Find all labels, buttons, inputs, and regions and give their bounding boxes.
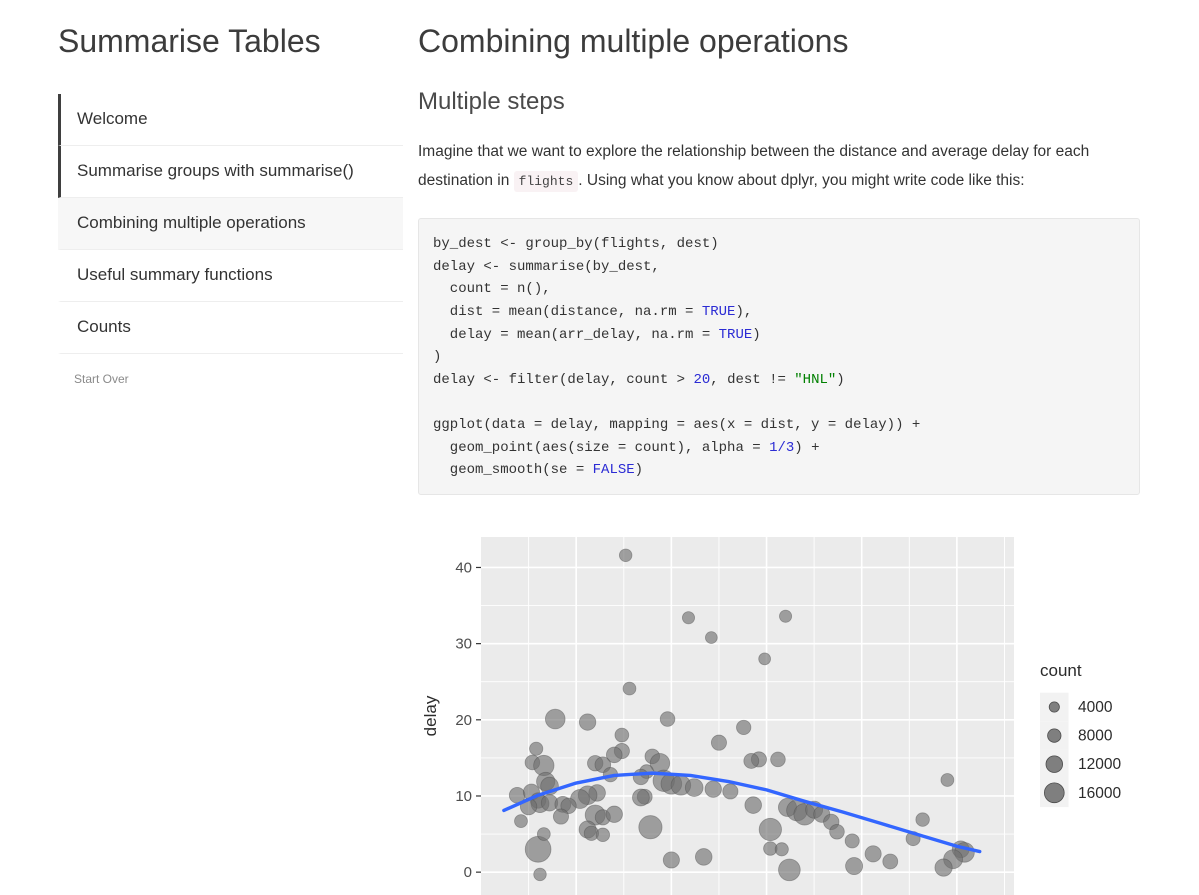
main-content: Combining multiple operations Multiple s… (418, 22, 1158, 495)
chart-svg: 0 10 20 30 40 delay count 4000 8000 12000 16000 (421, 537, 1121, 895)
data-point (844, 833, 860, 849)
data-point (595, 827, 610, 842)
legend-label: 4000 (1078, 699, 1113, 716)
data-point (524, 836, 552, 863)
data-point (704, 780, 722, 798)
y-axis-title: delay (421, 695, 440, 736)
y-axis: 0 10 20 30 40 (455, 559, 481, 881)
data-point (622, 681, 637, 696)
section-title: Multiple steps (418, 88, 565, 116)
data-point (632, 768, 650, 786)
scatter-plot-figure: 0 10 20 30 40 delay count 4000 8000 12000 16000 (418, 534, 1178, 895)
code-block-content: by_dest <- group_by(flights, dest) delay… (433, 236, 921, 479)
sidebar-item-combining-multiple-operations[interactable]: Combining multiple operations (58, 198, 403, 251)
data-point (694, 848, 713, 866)
data-point (614, 727, 630, 743)
data-point (529, 741, 544, 756)
data-point (934, 858, 953, 877)
code-block: by_dest <- group_by(flights, dest) delay… (418, 218, 1140, 495)
sidebar-item-label: Welcome (77, 109, 148, 129)
sidebar: Summarise Tables Welcome Summarise group… (58, 22, 403, 386)
data-point (659, 711, 676, 727)
legend-key-point[interactable] (1045, 755, 1064, 773)
legend-label: 8000 (1078, 728, 1113, 745)
data-point (940, 773, 955, 787)
chart-legend: count 4000 8000 12000 16000 (1040, 661, 1121, 808)
data-point (758, 652, 771, 666)
legend-key-point[interactable] (1043, 782, 1065, 804)
data-point (722, 783, 739, 800)
paragraph-text-part2: . Using what you know about dplyr, you m… (578, 172, 1025, 190)
data-point (744, 796, 762, 814)
y-axis-tick-label: 10 (455, 788, 472, 805)
sidebar-item-summarise-groups[interactable]: Summarise groups with summarise() (58, 146, 403, 199)
intro-paragraph: Imagine that we want to explore the rela… (418, 137, 1140, 196)
data-point (778, 858, 801, 882)
data-point (578, 713, 597, 731)
legend-key-point[interactable] (1047, 728, 1062, 743)
data-point (779, 609, 793, 623)
sidebar-item-useful-summary-functions[interactable]: Useful summary functions (58, 250, 403, 303)
data-point (552, 808, 569, 825)
data-point (743, 753, 760, 769)
data-point (514, 814, 528, 828)
data-point (632, 788, 650, 807)
start-over-button[interactable]: Start Over (58, 372, 403, 386)
sidebar-item-welcome[interactable]: Welcome (58, 94, 403, 147)
data-point (915, 812, 930, 827)
data-point (681, 611, 696, 625)
legend-label: 16000 (1078, 785, 1121, 802)
data-point (758, 817, 782, 842)
sidebar-item-label: Summarise groups with summarise() (77, 161, 354, 181)
sidebar-nav-list: Welcome Summarise groups with summarise(… (58, 94, 403, 355)
y-axis-tick-label: 20 (455, 712, 472, 729)
data-point (536, 827, 551, 841)
data-point (605, 805, 623, 823)
sidebar-item-label: Counts (77, 317, 131, 337)
data-point (638, 815, 663, 840)
data-point (736, 719, 752, 736)
data-point (770, 751, 786, 768)
tutorial-page: Summarise Tables Welcome Summarise group… (0, 0, 1199, 895)
data-point (662, 851, 680, 869)
data-point (774, 842, 789, 857)
data-point (618, 548, 633, 562)
data-point (845, 857, 864, 876)
data-point (533, 867, 547, 882)
sidebar-title: Summarise Tables (58, 23, 321, 59)
data-point (882, 853, 899, 870)
legend-label: 12000 (1078, 756, 1121, 773)
data-point (704, 631, 718, 644)
data-point (864, 845, 882, 863)
page-title: Combining multiple operations (418, 23, 849, 59)
y-axis-tick-label: 30 (455, 636, 472, 653)
legend-key-point[interactable] (1048, 701, 1060, 713)
legend-title: count (1040, 661, 1082, 680)
sidebar-item-counts[interactable]: Counts (58, 302, 403, 355)
sidebar-item-label: Useful summary functions (77, 265, 273, 285)
data-point (710, 734, 727, 751)
sidebar-item-label: Combining multiple operations (77, 213, 306, 233)
y-axis-tick-label: 0 (464, 864, 472, 881)
data-point (684, 778, 704, 797)
inline-code-flights: flights (513, 171, 579, 193)
y-axis-tick-label: 40 (455, 559, 472, 576)
data-point (544, 708, 566, 730)
data-point (829, 824, 845, 840)
